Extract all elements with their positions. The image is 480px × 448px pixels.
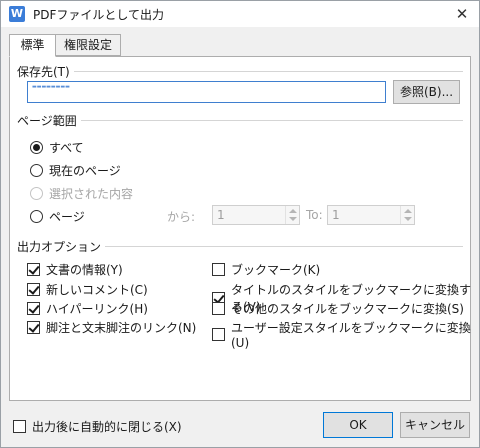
close-icon[interactable]: ✕ xyxy=(451,3,473,25)
spinner-arrows-icon[interactable] xyxy=(285,206,299,224)
radio-button[interactable] xyxy=(30,210,43,223)
radio-button xyxy=(30,187,43,200)
checkbox[interactable] xyxy=(27,283,40,296)
save-to-group-label: 保存先(T) xyxy=(17,63,74,80)
check-other-styles-bookmarks[interactable]: その他のスタイルをブックマークに変換(S) xyxy=(212,300,464,317)
browse-button[interactable]: 参照(B)... xyxy=(393,80,460,104)
radio-current-page[interactable]: 現在のページ xyxy=(30,162,121,179)
radio-all-label: すべて xyxy=(49,141,84,155)
radio-button[interactable] xyxy=(30,164,43,177)
checkbox[interactable] xyxy=(212,302,225,315)
checkbox[interactable] xyxy=(27,302,40,315)
check-custom-styles-label: ユーザー設定スタイルをブックマークに変換(U) xyxy=(231,321,471,350)
to-page-value: 1 xyxy=(332,208,340,222)
dialog-title: PDFファイルとして出力 xyxy=(33,8,165,22)
title-bar: W PDFファイルとして出力 ✕ xyxy=(1,1,479,27)
wps-writer-icon: W xyxy=(9,6,25,22)
output-options-group-label: 出力オプション xyxy=(17,238,106,255)
checkbox[interactable] xyxy=(212,263,225,276)
from-label: から: xyxy=(167,210,196,224)
spinner-arrows-icon[interactable] xyxy=(400,206,414,224)
to-page-spinner[interactable]: 1 xyxy=(327,205,415,225)
check-new-comments-label: 新しいコメント(C) xyxy=(46,283,148,297)
checkbox[interactable] xyxy=(212,328,225,341)
radio-current-page-label: 現在のページ xyxy=(49,164,121,178)
check-document-info[interactable]: 文書の情報(Y) xyxy=(27,261,123,278)
save-path-input[interactable]: ▬▬▬▬▬▬▬▬ xyxy=(27,81,386,103)
divider xyxy=(17,120,463,121)
divider xyxy=(17,71,463,72)
check-close-after-output[interactable]: 出力後に自動的に閉じる(X) xyxy=(13,418,182,435)
check-other-styles-label: その他のスタイルをブックマークに変換(S) xyxy=(231,302,464,316)
check-bookmarks-label: ブックマーク(K) xyxy=(231,263,321,277)
from-page-value: 1 xyxy=(217,208,225,222)
ok-button[interactable]: OK xyxy=(323,412,393,438)
page-range-group-label: ページ範囲 xyxy=(17,112,81,129)
save-path-value: ▬▬▬▬▬▬▬▬ xyxy=(32,84,70,90)
radio-button[interactable] xyxy=(30,141,43,154)
check-hyperlinks-label: ハイパーリンク(H) xyxy=(46,302,148,316)
check-document-info-label: 文書の情報(Y) xyxy=(46,263,123,277)
check-bookmarks[interactable]: ブックマーク(K) xyxy=(212,261,320,278)
tab-permissions[interactable]: 権限設定 xyxy=(55,34,121,56)
radio-all[interactable]: すべて xyxy=(30,139,84,156)
check-new-comments[interactable]: 新しいコメント(C) xyxy=(27,281,148,298)
radio-pages[interactable]: ページ xyxy=(30,208,85,225)
from-page-spinner[interactable]: 1 xyxy=(212,205,300,225)
checkbox[interactable] xyxy=(27,321,40,334)
check-close-after-output-label: 出力後に自動的に閉じる(X) xyxy=(32,420,182,434)
check-footnote-links-label: 脚注と文末脚注のリンク(N) xyxy=(46,321,197,335)
cancel-button[interactable]: キャンセル xyxy=(400,412,470,438)
tab-standard[interactable]: 標準 xyxy=(9,34,56,57)
radio-pages-label: ページ xyxy=(49,210,85,224)
check-custom-styles-bookmarks[interactable]: ユーザー設定スタイルをブックマークに変換(U) xyxy=(212,319,479,350)
checkbox[interactable] xyxy=(13,420,26,433)
check-hyperlinks[interactable]: ハイパーリンク(H) xyxy=(27,300,148,317)
check-footnote-links[interactable]: 脚注と文末脚注のリンク(N) xyxy=(27,319,196,336)
to-label: To: xyxy=(306,208,323,222)
radio-selection: 選択された内容 xyxy=(30,185,133,202)
radio-selection-label: 選択された内容 xyxy=(49,187,134,201)
checkbox[interactable] xyxy=(27,263,40,276)
pdf-export-dialog: W PDFファイルとして出力 ✕ 標準 権限設定 保存先(T) ▬▬▬▬▬▬▬▬… xyxy=(0,0,480,448)
